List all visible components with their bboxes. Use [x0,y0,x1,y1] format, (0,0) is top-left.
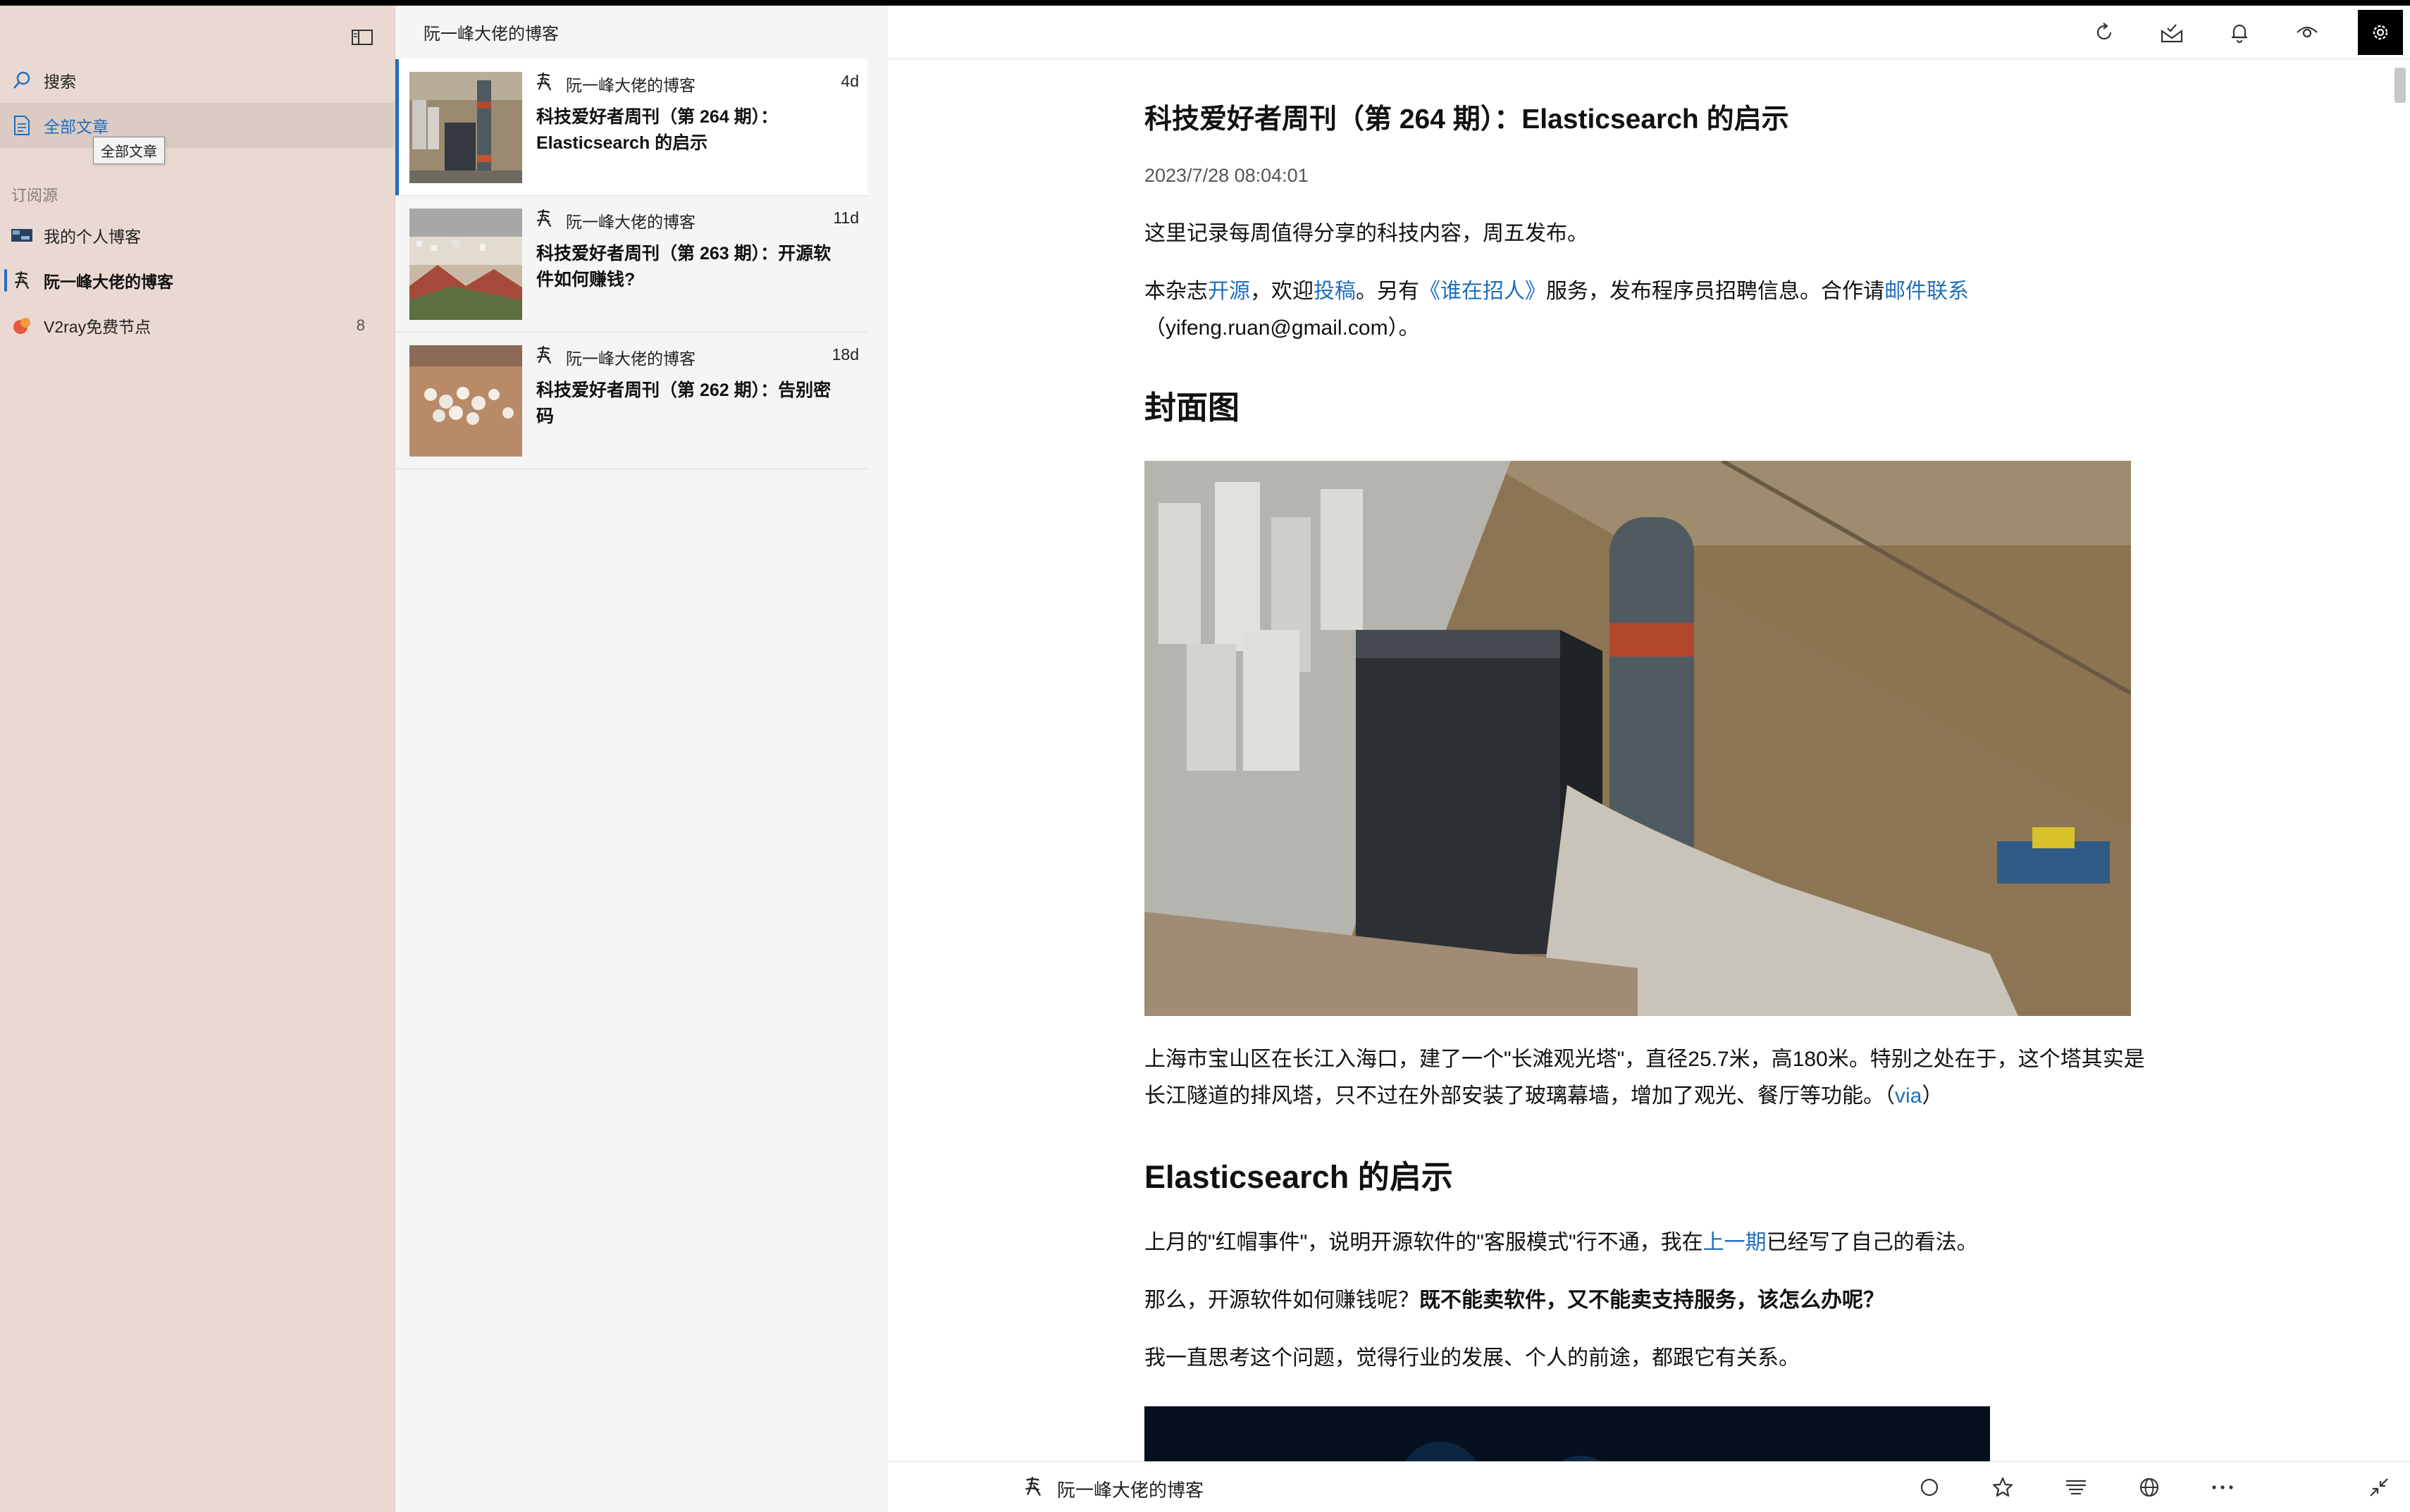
scrollbar-thumb[interactable] [2394,68,2406,103]
text: 上月的"红帽事件"，说明开源软件的"客服模式"行不通，我在 [1144,1231,1703,1254]
list-item[interactable]: 阮一峰大佬的博客 18d 科技爱好者周刊（第 262 期）：告别密码 [395,333,867,469]
text: ，欢迎 [1250,280,1314,303]
section-heading: Elasticsearch 的启示 [1144,1159,1453,1195]
blog-favicon-icon [11,225,32,246]
article-age: 11d [833,209,859,227]
text: 。另有 [1356,280,1419,303]
link-submit[interactable]: 投稿 [1314,280,1356,303]
image-caption: 上海市宝山区在长江入海口，建了一个"长滩观光塔"，直径25.7米，高180米。特… [1144,1041,2145,1115]
sidebar: 搜索 全部文章 全部文章 订阅源 我的个人博客 阮一峰大佬的博客 V2ray免费… [0,6,395,1512]
collapse-icon[interactable] [2362,1470,2396,1504]
article-title: 科技爱好者周刊（第 264 期）：Elasticsearch 的启示 [536,107,779,153]
link-hiring[interactable]: 《谁在招人》 [1419,280,1546,303]
sidebar-item-search[interactable]: 搜索 [0,58,395,103]
article-title: 科技爱好者周刊（第 263 期）：开源软件如何赚钱? [536,244,832,290]
calligraphy-favicon-icon [11,270,32,291]
sidebar-item-feed-v2ray[interactable]: V2ray免费节点 8 [0,303,395,348]
article-source: 阮一峰大佬的博客 [1057,1480,1204,1501]
list-item[interactable]: 阮一峰大佬的博客 4d 科技爱好者周刊（第 264 期）：Elasticsear… [395,59,867,196]
link-open-source[interactable]: 开源 [1208,280,1250,303]
more-icon[interactable] [2206,1470,2239,1504]
sidebar-item-label: 全部文章 [44,118,109,136]
article-thumbnail [409,345,522,457]
article-thumbnail [409,209,522,320]
link-previous-issue[interactable]: 上一期 [1703,1231,1767,1254]
reader-toolbar [888,6,2410,59]
link-via[interactable]: via [1895,1084,1922,1108]
mark-unread-icon[interactable] [1912,1470,1946,1504]
calligraphy-favicon-icon [1023,1476,1044,1497]
article-paragraph: 上月的"红帽事件"，说明开源软件的"客服模式"行不通，我在上一期已经写了自己的看… [1144,1225,2145,1261]
article-age: 4d [841,72,859,90]
article-paragraph: 我一直思考这个问题，觉得行业的发展、个人的前途，都跟它有关系。 [1144,1346,1800,1370]
list-title: 阮一峰大佬的博客 [424,25,559,44]
star-icon[interactable] [1986,1470,2020,1504]
sidebar-item-label: 阮一峰大佬的博客 [44,273,173,291]
article-paragraph: 本杂志开源，欢迎投稿。另有《谁在招人》服务，发布程序员招聘信息。合作请邮件联系 （… [1144,273,2145,347]
mark-all-read-icon[interactable] [2155,16,2189,49]
bold-text: 既不能卖软件，又不能卖支持服务，该怎么办呢？ [1419,1289,1884,1312]
v2ray-favicon-icon [11,315,32,336]
article-title: 科技爱好者周刊（第 264 期）：Elasticsearch 的启示 [1144,104,1789,135]
calligraphy-favicon-icon [535,72,555,92]
article-source: 阮一峰大佬的博客 [566,213,696,231]
refresh-icon[interactable] [2087,16,2121,49]
sidebar-item-label: 我的个人博客 [44,228,141,246]
article-list-pane: 阮一峰大佬的博客 阮一峰大佬的博客 4d 科技爱好者周刊（第 264 期）：El… [395,6,888,1512]
cover-image [1144,461,2131,1016]
reader-view-icon[interactable] [2059,1470,2093,1504]
calligraphy-favicon-icon [535,209,555,228]
text: （yifeng.ruan@gmail.com）。 [1144,316,1420,340]
link-email[interactable]: 邮件联系 [1884,280,1969,303]
search-icon [11,70,32,91]
article-thumbnail [409,72,522,183]
sidebar-item-label: 搜索 [44,73,76,91]
article-paragraph: 那么，开源软件如何赚钱呢？既不能卖软件，又不能卖支持服务，该怎么办呢？ [1144,1282,2145,1319]
sidebar-item-label: V2ray免费节点 [44,318,152,336]
text: 已经写了自己的看法。 [1766,1231,1978,1254]
text: 本杂志 [1144,280,1208,303]
tooltip: 全部文章 [93,137,165,164]
text: ） [1922,1084,1944,1108]
document-icon [11,115,32,136]
sidebar-item-all-articles[interactable]: 全部文章 [0,103,395,148]
open-in-browser-icon[interactable] [2132,1470,2166,1504]
text: 那么，开源软件如何赚钱呢？ [1144,1289,1419,1312]
section-heading: 封面图 [1144,390,1240,426]
calligraphy-favicon-icon [535,345,555,365]
settings-icon[interactable] [2358,10,2403,55]
reader-pane: 科技爱好者周刊（第 264 期）：Elasticsearch 的启示 2023/… [888,6,2410,1512]
section-label-feeds: 订阅源 [11,187,58,204]
list-item[interactable]: 阮一峰大佬的博客 11d 科技爱好者周刊（第 263 期）：开源软件如何赚钱? [395,196,867,333]
article-date: 2023/7/28 08:04:01 [1144,165,1309,186]
sidebar-toggle-icon[interactable] [348,27,376,48]
sidebar-item-feed-ruanyifeng[interactable]: 阮一峰大佬的博客 [0,258,395,303]
article-title: 科技爱好者周刊（第 262 期）：告别密码 [536,380,832,426]
text: 服务，发布程序员招聘信息。合作请 [1546,280,1884,303]
article-age: 18d [832,345,859,364]
article-source: 阮一峰大佬的博客 [566,349,696,368]
view-icon[interactable] [2290,16,2324,49]
notifications-icon[interactable] [2223,16,2256,49]
article-paragraph: 这里记录每周值得分享的科技内容，周五发布。 [1144,222,1588,245]
text: 上海市宝山区在长江入海口，建了一个"长滩观光塔"，直径25.7米，高180米。特… [1144,1048,2145,1108]
reader-bottom-bar: 阮一峰大佬的博客 [888,1461,2410,1512]
unread-count: 8 [356,316,365,334]
article-source: 阮一峰大佬的博客 [566,76,696,94]
sidebar-item-feed-personal[interactable]: 我的个人博客 [0,213,395,258]
